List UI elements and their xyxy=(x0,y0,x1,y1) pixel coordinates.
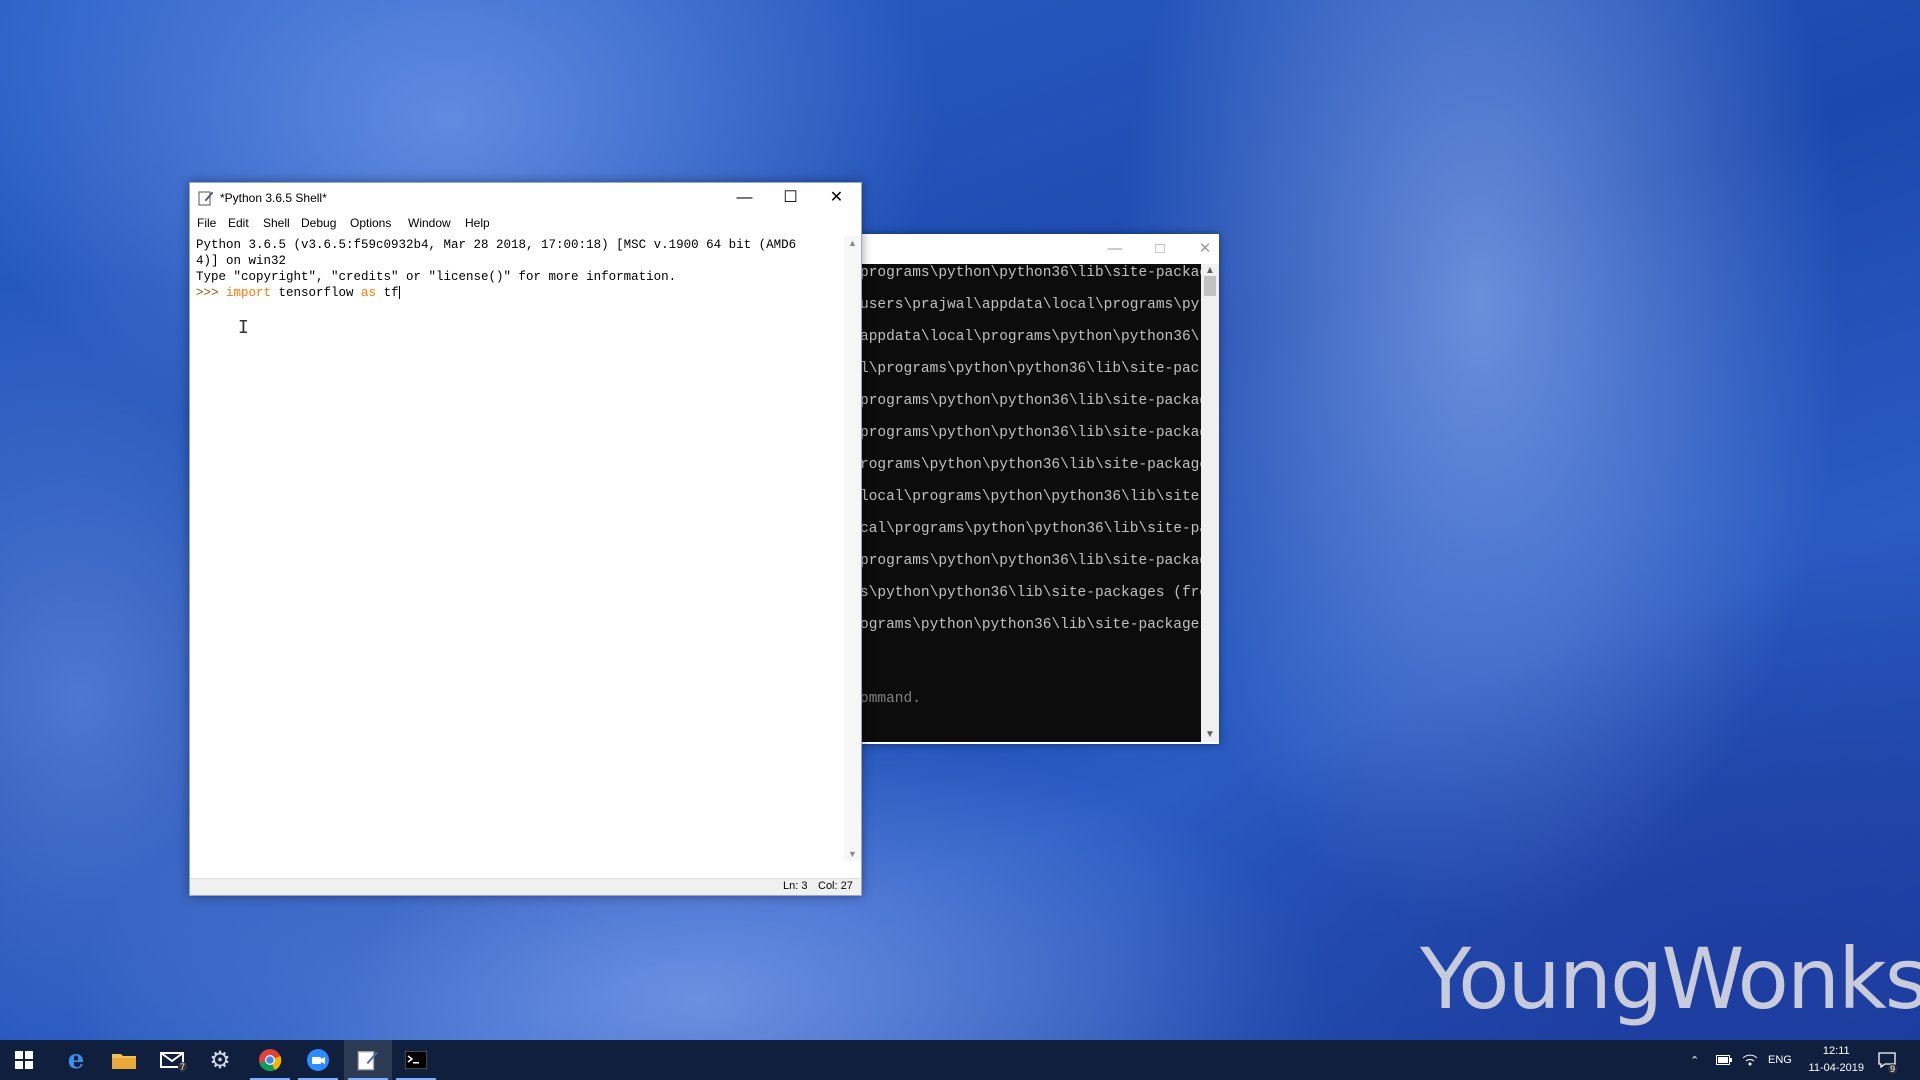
console-titlebar[interactable]: — □ ✕ xyxy=(860,234,1219,264)
watermark-logo: YoungWonks xyxy=(1420,930,1920,1028)
notification-count: 9 xyxy=(1888,1064,1898,1074)
mail-icon[interactable]: 7 xyxy=(148,1040,196,1080)
status-bar: Ln: 3 Col: 27 xyxy=(190,878,861,895)
start-button[interactable] xyxy=(0,1040,48,1080)
console-line: programs\python\python36\lib\site-packag… xyxy=(860,265,1201,281)
edge-browser-icon[interactable]: e xyxy=(52,1040,100,1080)
tray-chevron-up-icon[interactable]: ⌃ xyxy=(1690,1040,1699,1080)
wifi-icon[interactable] xyxy=(1742,1040,1758,1080)
console-line: rograms\python\python36\lib\site-package… xyxy=(860,457,1201,473)
keyword-as: as xyxy=(361,286,377,300)
menu-edit[interactable]: Edit xyxy=(228,216,249,230)
menu-options[interactable]: Options xyxy=(350,216,391,230)
chrome-browser-icon[interactable] xyxy=(246,1040,294,1080)
close-icon[interactable]: ✕ xyxy=(1190,238,1220,260)
console-scrollbar[interactable]: ▲ ▼ xyxy=(1201,264,1219,742)
console-line: l\programs\python\python36\lib\site-pack… xyxy=(860,361,1201,377)
taskbar: e 7 ⚙ ⌃ ENG 12:11 11-04-2019 9 xyxy=(0,1040,1920,1080)
minimize-icon[interactable]: — xyxy=(1100,238,1130,260)
shell-text-area[interactable]: Python 3.6.5 (v3.6.5:f59c0932b4, Mar 28 … xyxy=(190,236,842,861)
windows-logo-icon xyxy=(15,1051,33,1069)
status-line: Ln: 3 xyxy=(783,880,808,892)
menu-shell[interactable]: Shell xyxy=(263,216,290,230)
scroll-up-icon[interactable]: ▲ xyxy=(844,236,861,250)
console-line: ograms\python\python36\lib\site-packages… xyxy=(860,617,1201,633)
text-caret xyxy=(398,286,400,300)
scroll-down-icon[interactable]: ▼ xyxy=(1201,728,1219,742)
video-call-icon[interactable] xyxy=(294,1040,342,1080)
clock-time: 12:11 xyxy=(1822,1045,1850,1057)
console-output[interactable]: programs\python\python36\lib\site-packag… xyxy=(860,264,1201,742)
idle-titlebar[interactable]: *Python 3.6.5 Shell* — ☐ ✕ xyxy=(190,183,861,213)
menu-window[interactable]: Window xyxy=(408,216,451,230)
console-line: programs\python\python36\lib\site-packag… xyxy=(860,425,1201,441)
console-line: s\python\python36\lib\site-packages (fro… xyxy=(860,585,1201,601)
menu-help[interactable]: Help xyxy=(465,216,490,230)
command-prompt-icon[interactable] xyxy=(392,1040,440,1080)
scroll-thumb[interactable] xyxy=(1204,276,1216,296)
console-line: appdata\local\programs\python\python36\l… xyxy=(860,329,1201,345)
console-line: programs\python\python36\lib\site-packag… xyxy=(860,393,1201,409)
menu-bar: File Edit Shell Debug Options Window Hel… xyxy=(190,213,861,233)
idle-app-icon xyxy=(198,191,214,206)
idle-shell-window[interactable]: *Python 3.6.5 Shell* — ☐ ✕ File Edit She… xyxy=(189,182,862,896)
menu-debug[interactable]: Debug xyxy=(301,216,336,230)
console-line: programs\python\python36\lib\site-packag… xyxy=(860,553,1201,569)
banner-line: 4)] on win32 xyxy=(196,254,287,268)
action-center-icon[interactable]: 9 xyxy=(1878,1040,1898,1080)
console-line: users\prajwal\appdata\local\programs\pyt… xyxy=(860,297,1201,313)
file-explorer-icon[interactable] xyxy=(100,1040,148,1080)
clock[interactable]: 12:11 11-04-2019 xyxy=(1809,1043,1864,1077)
maximize-icon[interactable]: ☐ xyxy=(768,183,813,213)
banner-line: Python 3.6.5 (v3.6.5:f59c0932b4, Mar 28 … xyxy=(196,238,797,252)
scroll-down-icon[interactable]: ▼ xyxy=(844,847,861,861)
close-icon[interactable]: ✕ xyxy=(814,183,859,213)
module-name: tensorflow xyxy=(271,286,362,300)
text-cursor-icon: I xyxy=(238,317,249,338)
mail-badge: 7 xyxy=(178,1062,188,1072)
banner-line: Type "copyright", "credits" or "license(… xyxy=(196,270,677,284)
shell-scrollbar[interactable]: ▲ ▼ xyxy=(844,236,861,861)
input-line[interactable]: >>> import tensorflow as tf xyxy=(196,286,400,300)
maximize-icon[interactable]: □ xyxy=(1145,238,1175,260)
language-indicator[interactable]: ENG xyxy=(1768,1040,1792,1080)
minimize-icon[interactable]: — xyxy=(722,183,767,213)
console-window[interactable]: — □ ✕ programs\python\python36\lib\site-… xyxy=(860,234,1219,744)
keyword-import: import xyxy=(226,286,272,300)
alias-name: tf xyxy=(376,286,399,300)
console-line: local\programs\python\python36\lib\site-… xyxy=(860,489,1201,505)
menu-file[interactable]: File xyxy=(197,216,216,230)
status-column: Col: 27 xyxy=(818,880,853,892)
console-line: cal\programs\python\python36\lib\site-pa… xyxy=(860,521,1201,537)
clock-date: 11-04-2019 xyxy=(1808,1062,1864,1074)
console-line: ommand. xyxy=(860,691,921,707)
window-title: *Python 3.6.5 Shell* xyxy=(220,191,327,205)
settings-gear-icon[interactable]: ⚙ xyxy=(196,1040,244,1080)
idle-taskbar-icon[interactable] xyxy=(344,1040,392,1080)
shell-prompt: >>> xyxy=(196,286,227,300)
battery-icon[interactable] xyxy=(1716,1040,1732,1080)
